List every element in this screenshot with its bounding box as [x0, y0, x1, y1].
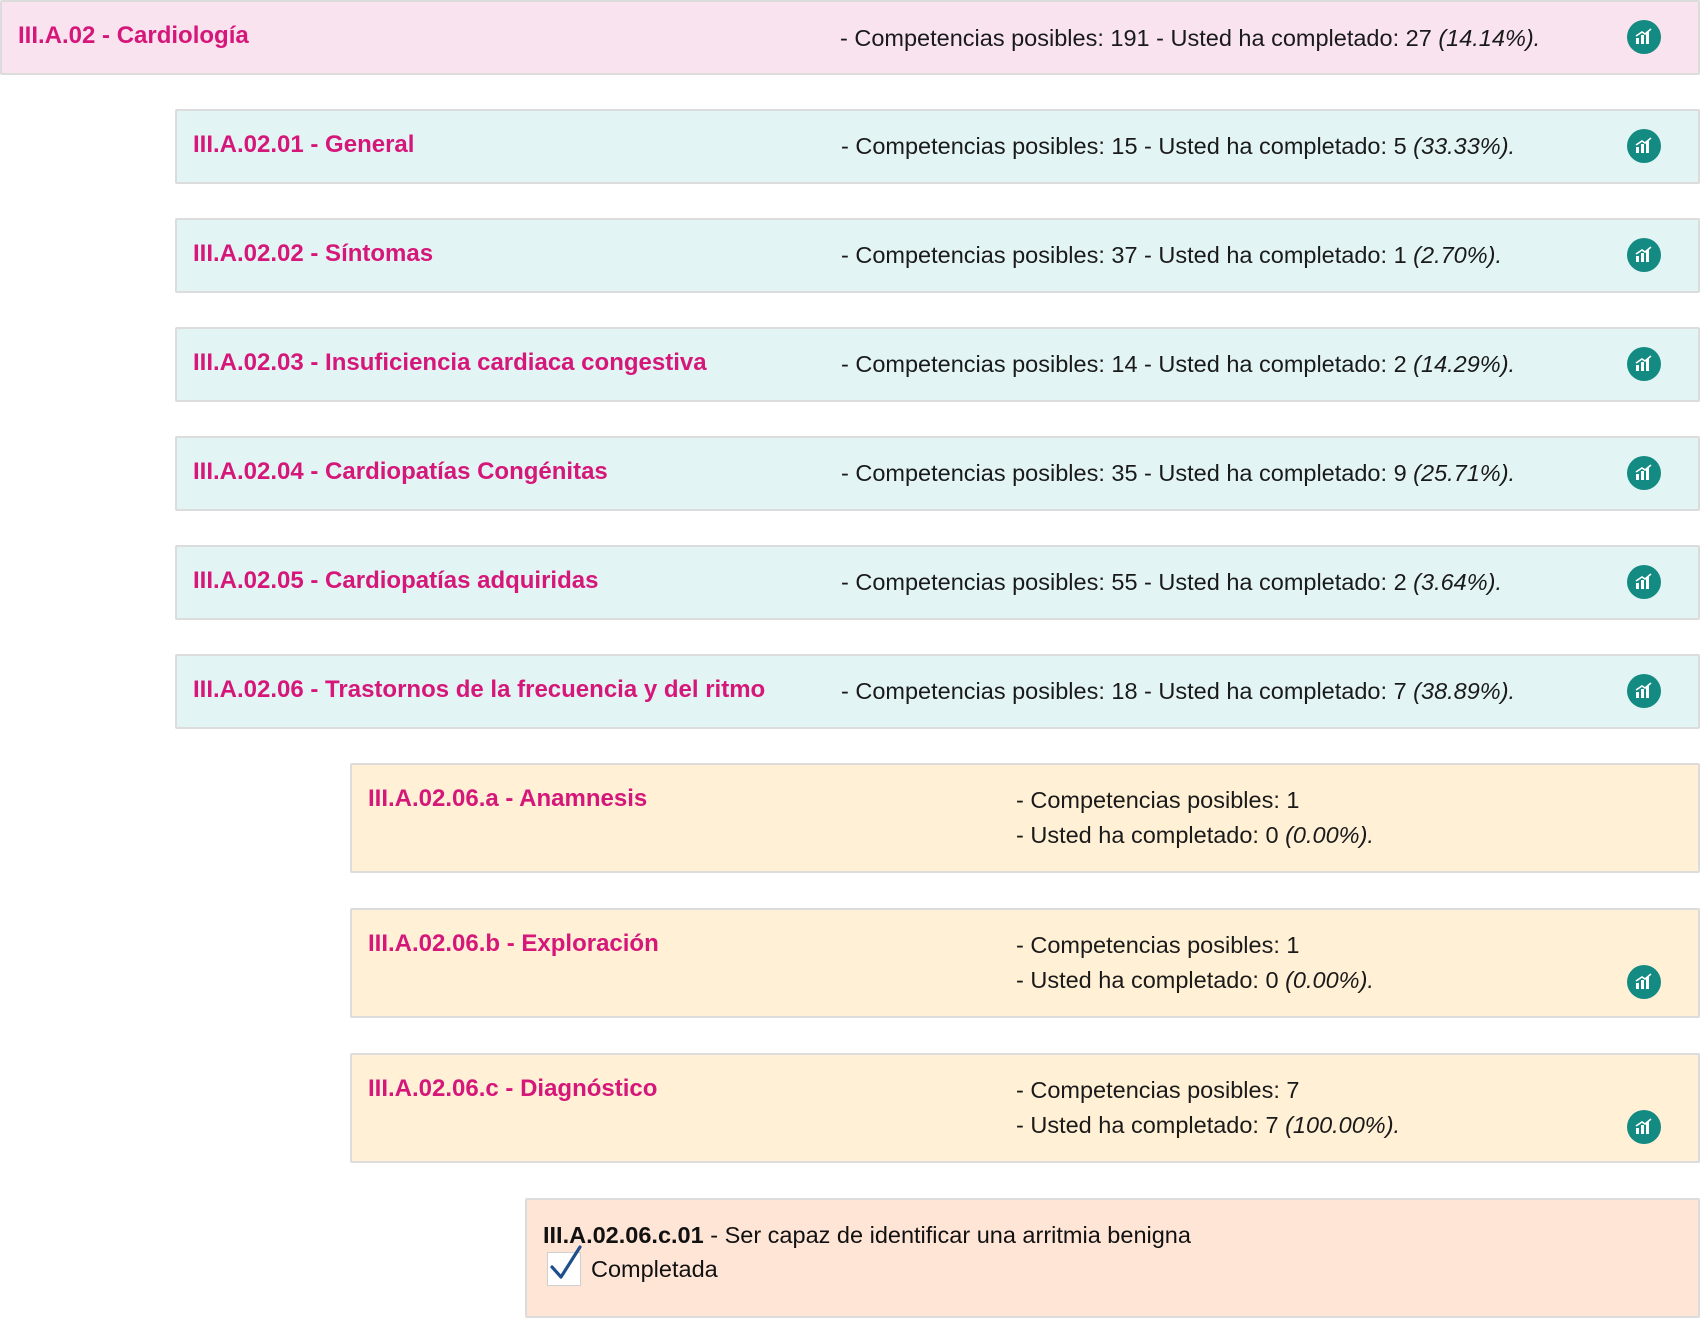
- posibles-label: - Competencias posibles:: [841, 351, 1112, 377]
- competency-stats: - Competencias posibles: 7 - Usted ha co…: [1016, 1073, 1400, 1143]
- completado-value: 27: [1405, 25, 1432, 51]
- percentage: (33.33%).: [1413, 133, 1516, 159]
- competency-row-trastornos: III.A.02.06 - Trastornos de la frecuenci…: [175, 654, 1700, 729]
- completado-label: - Usted ha completado:: [1137, 242, 1394, 268]
- completado-label: - Usted ha completado:: [1016, 967, 1266, 993]
- competency-stats: - Competencias posibles: 1 - Usted ha co…: [1016, 783, 1374, 853]
- competency-title[interactable]: III.A.02.06.a - Anamnesis: [368, 785, 647, 813]
- bar-chart-icon[interactable]: [1627, 238, 1661, 272]
- posibles-value: 18: [1111, 678, 1138, 704]
- posibles-label: - Competencias posibles:: [841, 133, 1112, 159]
- completado-value: 2: [1393, 351, 1407, 377]
- posibles-value: 1: [1286, 787, 1300, 813]
- competency-row-anamnesis: III.A.02.06.a - Anamnesis - Competencias…: [350, 763, 1700, 873]
- competency-row-congenitas: III.A.02.04 - Cardiopatías Congénitas - …: [175, 436, 1700, 511]
- percentage: (14.14%).: [1438, 25, 1541, 51]
- competency-row-sintomas: III.A.02.02 - Síntomas - Competencias po…: [175, 218, 1700, 293]
- posibles-value: 55: [1111, 569, 1138, 595]
- competency-title[interactable]: III.A.02.05 - Cardiopatías adquiridas: [193, 567, 598, 595]
- posibles-label: - Competencias posibles:: [1016, 1077, 1287, 1103]
- posibles-label: - Competencias posibles:: [841, 242, 1112, 268]
- posibles-value: 7: [1286, 1077, 1300, 1103]
- competency-title[interactable]: III.A.02.06.b - Exploración: [368, 930, 659, 958]
- bar-chart-icon[interactable]: [1627, 347, 1661, 381]
- completado-label: - Usted ha completado:: [1137, 133, 1394, 159]
- posibles-value: 1: [1286, 932, 1300, 958]
- percentage: (3.64%).: [1413, 569, 1502, 595]
- bar-chart-icon[interactable]: [1627, 674, 1661, 708]
- competency-stats: - Competencias posibles: 15 - Usted ha c…: [841, 133, 1515, 160]
- posibles-label: - Competencias posibles:: [841, 569, 1112, 595]
- competency-row-adquiridas: III.A.02.05 - Cardiopatías adquiridas - …: [175, 545, 1700, 620]
- competency-stats: - Competencias posibles: 14 - Usted ha c…: [841, 351, 1515, 378]
- completado-label: - Usted ha completado:: [1137, 678, 1394, 704]
- competency-title[interactable]: III.A.02.04 - Cardiopatías Congénitas: [193, 458, 608, 486]
- competency-title[interactable]: III.A.02.03 - Insuficiencia cardiaca con…: [193, 349, 707, 377]
- bar-chart-icon[interactable]: [1627, 20, 1661, 54]
- percentage: (38.89%).: [1413, 678, 1516, 704]
- posibles-value: 191: [1110, 25, 1150, 51]
- competency-row-cardiologia: III.A.02 - Cardiología - Competencias po…: [0, 0, 1700, 75]
- completado-value: 0: [1265, 967, 1279, 993]
- competency-row-general: III.A.02.01 - General - Competencias pos…: [175, 109, 1700, 184]
- bar-chart-icon[interactable]: [1627, 129, 1661, 163]
- posibles-label: - Competencias posibles:: [841, 460, 1112, 486]
- completion-status: Completada: [547, 1245, 718, 1286]
- completado-label: - Usted ha completado:: [1016, 1112, 1266, 1138]
- competency-stats: - Competencias posibles: 37 - Usted ha c…: [841, 242, 1502, 269]
- competency-row-insuficiencia: III.A.02.03 - Insuficiencia cardiaca con…: [175, 327, 1700, 402]
- completado-value: 1: [1393, 242, 1407, 268]
- competency-row-exploracion: III.A.02.06.b - Exploración - Competenci…: [350, 908, 1700, 1018]
- completado-label: - Usted ha completado:: [1016, 822, 1266, 848]
- posibles-value: 35: [1111, 460, 1138, 486]
- competency-stats: - Competencias posibles: 55 - Usted ha c…: [841, 569, 1502, 596]
- completado-label: - Usted ha completado:: [1149, 25, 1406, 51]
- competency-stats: - Competencias posibles: 35 - Usted ha c…: [841, 460, 1515, 487]
- completado-value: 2: [1393, 569, 1407, 595]
- completado-label: - Usted ha completado:: [1137, 460, 1394, 486]
- completed-checkbox[interactable]: [547, 1245, 582, 1286]
- posibles-label: - Competencias posibles:: [1016, 787, 1287, 813]
- leaf-text: III.A.02.06.c.01 - Ser capaz de identifi…: [543, 1222, 1191, 1249]
- posibles-label: - Competencias posibles:: [1016, 932, 1287, 958]
- posibles-label: - Competencias posibles:: [841, 678, 1112, 704]
- completado-value: 7: [1265, 1112, 1279, 1138]
- percentage: (2.70%).: [1413, 242, 1502, 268]
- posibles-value: 14: [1111, 351, 1138, 377]
- completado-value: 9: [1393, 460, 1407, 486]
- bar-chart-icon[interactable]: [1627, 565, 1661, 599]
- status-label: Completada: [591, 1255, 718, 1282]
- posibles-value: 37: [1111, 242, 1138, 268]
- competency-title[interactable]: III.A.02.06.c - Diagnóstico: [368, 1075, 657, 1103]
- competency-row-diagnostico: III.A.02.06.c - Diagnóstico - Competenci…: [350, 1053, 1700, 1163]
- percentage: (0.00%).: [1285, 967, 1374, 993]
- competency-leaf: III.A.02.06.c.01 - Ser capaz de identifi…: [525, 1198, 1700, 1318]
- competency-stats: - Competencias posibles: 1 - Usted ha co…: [1016, 928, 1374, 998]
- bar-chart-icon[interactable]: [1627, 1110, 1661, 1144]
- leaf-description: - Ser capaz de identificar una arritmia …: [703, 1222, 1191, 1248]
- competency-title[interactable]: III.A.02.02 - Síntomas: [193, 240, 433, 268]
- completado-value: 0: [1265, 822, 1279, 848]
- completado-value: 7: [1393, 678, 1407, 704]
- competency-stats: - Competencias posibles: 18 - Usted ha c…: [841, 678, 1515, 705]
- competency-title[interactable]: III.A.02.01 - General: [193, 131, 414, 159]
- percentage: (25.71%).: [1413, 460, 1516, 486]
- percentage: (100.00%).: [1285, 1112, 1401, 1138]
- posibles-value: 15: [1111, 133, 1138, 159]
- completado-value: 5: [1393, 133, 1407, 159]
- competency-stats: - Competencias posibles: 191 - Usted ha …: [840, 25, 1540, 52]
- completado-label: - Usted ha completado:: [1137, 569, 1394, 595]
- completado-label: - Usted ha completado:: [1137, 351, 1394, 377]
- competency-title[interactable]: III.A.02.06 - Trastornos de la frecuenci…: [193, 676, 765, 704]
- percentage: (0.00%).: [1285, 822, 1374, 848]
- percentage: (14.29%).: [1413, 351, 1516, 377]
- posibles-label: - Competencias posibles:: [840, 25, 1111, 51]
- bar-chart-icon[interactable]: [1627, 965, 1661, 999]
- checkmark-icon: [550, 1245, 582, 1279]
- bar-chart-icon[interactable]: [1627, 456, 1661, 490]
- competency-title[interactable]: III.A.02 - Cardiología: [18, 22, 249, 50]
